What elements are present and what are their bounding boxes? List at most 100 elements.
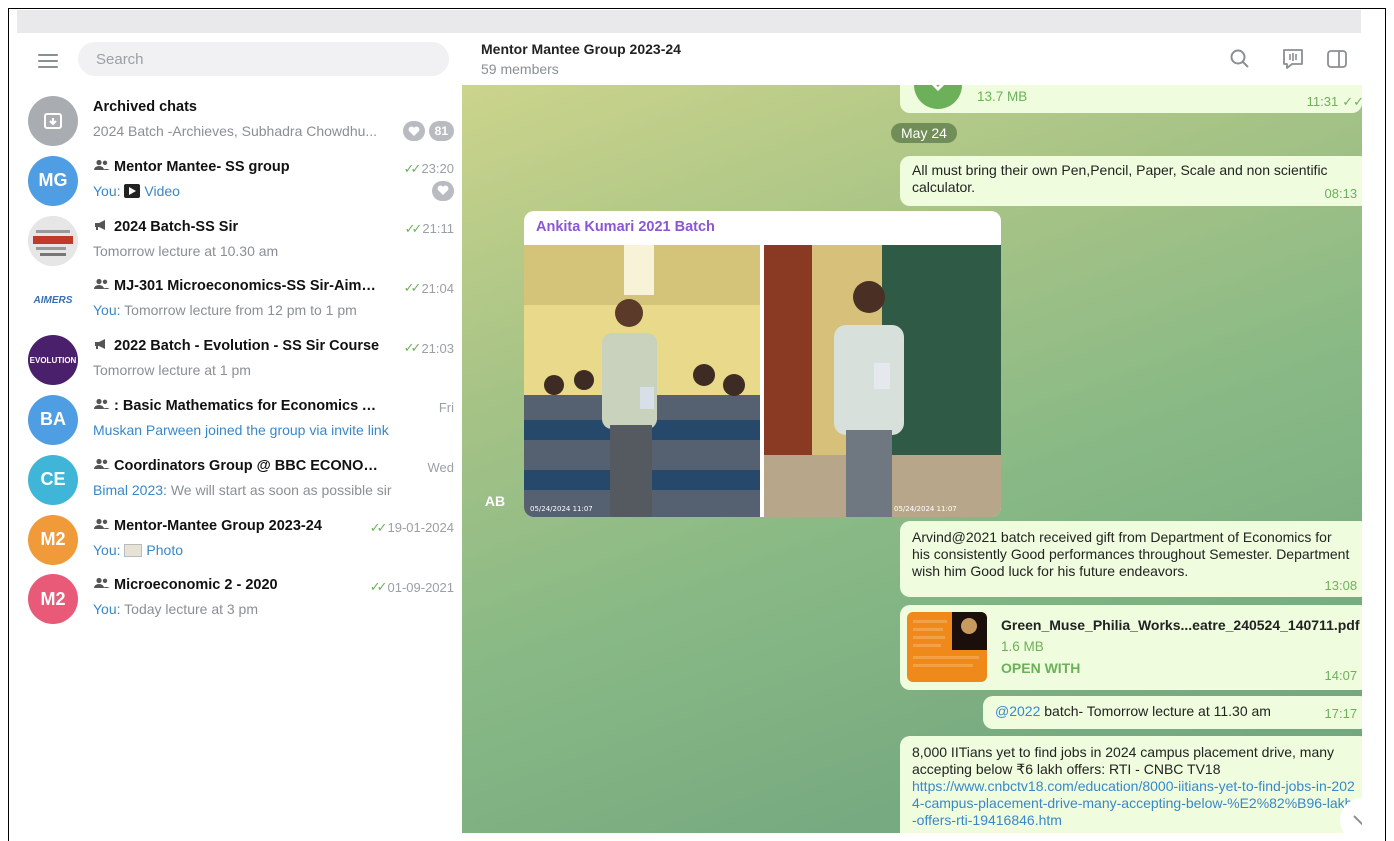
chat-preview: Tomorrow lecture at 1 pm bbox=[93, 362, 393, 378]
unread-count-badge: 81 bbox=[428, 121, 454, 141]
chat-title: 2022 Batch - Evolution - SS Sir Course bbox=[93, 338, 383, 354]
chat-title: Archived chats bbox=[93, 99, 197, 115]
preview-text: Tomorrow lecture from 12 pm to 1 pm bbox=[124, 302, 357, 319]
article-link[interactable]: https://www.cnbctv18.com/education/8000-… bbox=[912, 778, 1357, 829]
chat-header-members: 59 members bbox=[481, 61, 559, 77]
photo-left[interactable]: 05/24/2024 11:07 bbox=[524, 245, 760, 517]
read-check-icon: ✓✓ bbox=[403, 160, 422, 176]
muted-heart-icon bbox=[432, 180, 454, 201]
chat-item[interactable]: EVOLUTION 2022 Batch - Evolution - SS Sir… bbox=[17, 329, 462, 389]
sender-name[interactable]: Ankita Kumari 2021 Batch bbox=[536, 219, 715, 235]
chat-item[interactable]: M2 Mentor-Mantee Group 2023-24 ✓✓ 19-01-202… bbox=[17, 509, 462, 569]
pdf-filename[interactable]: Green_Muse_Philia_Works...eatre_240524_1… bbox=[1001, 617, 1360, 634]
chat-avatar bbox=[28, 215, 78, 266]
pdf-size: 1.6 MB bbox=[1001, 639, 1044, 654]
chat-item[interactable]: CE Coordinators Group @ BBC ECONOMICS Wed B… bbox=[17, 449, 462, 509]
group-icon bbox=[93, 518, 110, 534]
message-time: 17:17✓ bbox=[1324, 706, 1362, 721]
chat-time: Wed bbox=[427, 459, 455, 475]
title-bar bbox=[17, 10, 1361, 33]
chat-avatar: AIMERS bbox=[28, 275, 78, 326]
evolution-logo-icon: EVOLUTION bbox=[29, 355, 77, 365]
chat-time: Fri bbox=[438, 399, 454, 415]
chat-time: ✓✓ 21:03 bbox=[403, 340, 454, 356]
chat-avatar: M2 bbox=[28, 514, 78, 565]
preview-text: Tomorrow lecture at 1 pm bbox=[93, 362, 251, 379]
chat-time: ✓✓ 21:04 bbox=[403, 280, 454, 296]
chat-item[interactable]: M2 Microeconomic 2 - 2020 ✓✓ 01-09-2021 You:… bbox=[17, 568, 462, 628]
hamburger-menu-icon[interactable] bbox=[35, 50, 61, 76]
text-message[interactable]: All must bring their own Pen,Pencil, Pap… bbox=[900, 156, 1362, 206]
pdf-message[interactable]: Green_Muse_Philia_Works...eatre_240524_1… bbox=[900, 605, 1362, 690]
chat-avatar: CE bbox=[28, 454, 78, 505]
conversation-pane: Mentor Mantee Group 2023-24 59 members 1… bbox=[462, 33, 1362, 833]
sidebar: Archived chats 2024 Batch -Archieves, Su… bbox=[17, 33, 462, 833]
group-icon bbox=[93, 278, 110, 294]
archived-badges: 81 bbox=[402, 121, 454, 141]
chat-item[interactable]: BA: Basic Mathematics for Economics Anal… bbox=[17, 389, 462, 449]
message-time: 11:31 ✓✓ bbox=[1306, 94, 1362, 109]
open-with-button[interactable]: OPEN WITH bbox=[1001, 660, 1080, 677]
chat-preview: You: Photo bbox=[93, 542, 393, 558]
sender-avatar[interactable]: AB bbox=[477, 483, 513, 519]
chat-header-title[interactable]: Mentor Mantee Group 2023-24 bbox=[481, 41, 681, 57]
video-chat-icon[interactable] bbox=[1280, 46, 1306, 72]
preview-text: Muskan Parween joined the group via invi… bbox=[93, 421, 389, 438]
chat-preview: Tomorrow lecture at 10.30 am bbox=[93, 243, 393, 259]
search-icon[interactable] bbox=[1227, 46, 1253, 72]
muted-heart-icon bbox=[402, 121, 425, 141]
message-text: 8,000 IITians yet to find jobs in 2024 c… bbox=[912, 744, 1335, 777]
mention-link[interactable]: @2022 bbox=[995, 703, 1040, 719]
group-icon bbox=[93, 398, 110, 414]
chat-preview: Bimal 2023: We will start as soon as pos… bbox=[93, 482, 393, 498]
preview-sender: You: bbox=[93, 302, 125, 319]
preview-sender: You: bbox=[93, 541, 125, 558]
archived-chats-item[interactable]: Archived chats 2024 Batch -Archieves, Su… bbox=[17, 90, 462, 150]
photo-stamp-right: 05/24/2024 11:07 bbox=[894, 505, 957, 513]
read-check-icon: ✓✓ bbox=[369, 519, 388, 535]
preview-text: Video bbox=[144, 182, 180, 199]
link-message[interactable]: 8,000 IITians yet to find jobs in 2024 c… bbox=[900, 736, 1362, 833]
aimers-logo-icon: AIMERS bbox=[33, 294, 73, 306]
text-message[interactable]: @2022 batch- Tomorrow lecture at 11.30 a… bbox=[983, 696, 1362, 729]
text-message[interactable]: Arvind@2021 batch received gift from Dep… bbox=[900, 521, 1362, 597]
photo-stamp-left: 05/24/2024 11:07 bbox=[530, 505, 593, 513]
chat-title: Mentor Mantee- SS group bbox=[93, 159, 383, 175]
message-time: 08:13✓ bbox=[1324, 186, 1362, 201]
file-size: 13.7 MB bbox=[977, 89, 1028, 104]
preview-text: Tomorrow lecture at 10.30 am bbox=[93, 242, 279, 259]
chat-title: Mentor-Mantee Group 2023-24 bbox=[93, 518, 383, 534]
read-check-icon: ✓✓ bbox=[403, 340, 422, 356]
preview-sender: You: bbox=[93, 601, 125, 618]
message-text: batch- Tomorrow lecture at 11.30 am bbox=[1040, 703, 1271, 719]
chat-time: ✓✓ 23:20 bbox=[403, 160, 454, 177]
chat-title: Coordinators Group @ BBC ECONOMICS bbox=[93, 458, 383, 474]
channel-icon bbox=[93, 338, 110, 354]
preview-text: Today lecture at 3 pm bbox=[124, 601, 259, 618]
pdf-thumbnail[interactable] bbox=[907, 612, 987, 682]
group-icon bbox=[93, 159, 110, 175]
chat-item[interactable]: MG Mentor Mantee- SS group ✓✓ 23:20 You: Vid… bbox=[17, 150, 462, 210]
chat-avatar: MG bbox=[28, 155, 78, 206]
photo-message[interactable]: Ankita Kumari 2021 Batch 05/24/2024 11:0… bbox=[524, 211, 1001, 517]
chat-item[interactable]: 2024 Batch-SS Sir ✓✓ 21:11 Tomorrow lecture… bbox=[17, 210, 462, 270]
chat-title: : Basic Mathematics for Economics Analys… bbox=[93, 398, 383, 414]
messages-area[interactable]: 13.7 MB 11:31 ✓✓ May 24 All must bring th… bbox=[462, 61, 1362, 833]
message-text: All must bring their own Pen,Pencil, Pap… bbox=[912, 162, 1328, 195]
sidebar-toggle-icon[interactable] bbox=[1324, 46, 1350, 72]
chat-header[interactable]: Mentor Mantee Group 2023-24 59 members bbox=[462, 33, 1362, 85]
chat-preview: You: Today lecture at 3 pm bbox=[93, 601, 393, 617]
preview-sender: You: bbox=[93, 182, 125, 199]
chat-badges bbox=[432, 180, 454, 201]
preview-text: Photo bbox=[146, 541, 183, 558]
chat-preview: You: Video bbox=[93, 183, 393, 199]
chat-time: ✓✓ 21:11 bbox=[404, 220, 454, 237]
chat-preview: 2024 Batch -Archieves, Subhadra Chowdhu.… bbox=[93, 123, 378, 139]
photo-right[interactable]: 05/24/2024 11:07 bbox=[764, 245, 1001, 517]
search-input[interactable] bbox=[78, 42, 449, 76]
chat-title: 2024 Batch-SS Sir bbox=[93, 219, 383, 235]
message-time: 13:08✓ bbox=[1324, 578, 1362, 593]
chat-title: MJ-301 Microeconomics-SS Sir-Aimers ... bbox=[93, 278, 383, 294]
chat-preview: Muskan Parween joined the group via invi… bbox=[93, 422, 393, 438]
chat-item[interactable]: AIMERS MJ-301 Microeconomics-SS Sir-Aimer… bbox=[17, 269, 462, 329]
